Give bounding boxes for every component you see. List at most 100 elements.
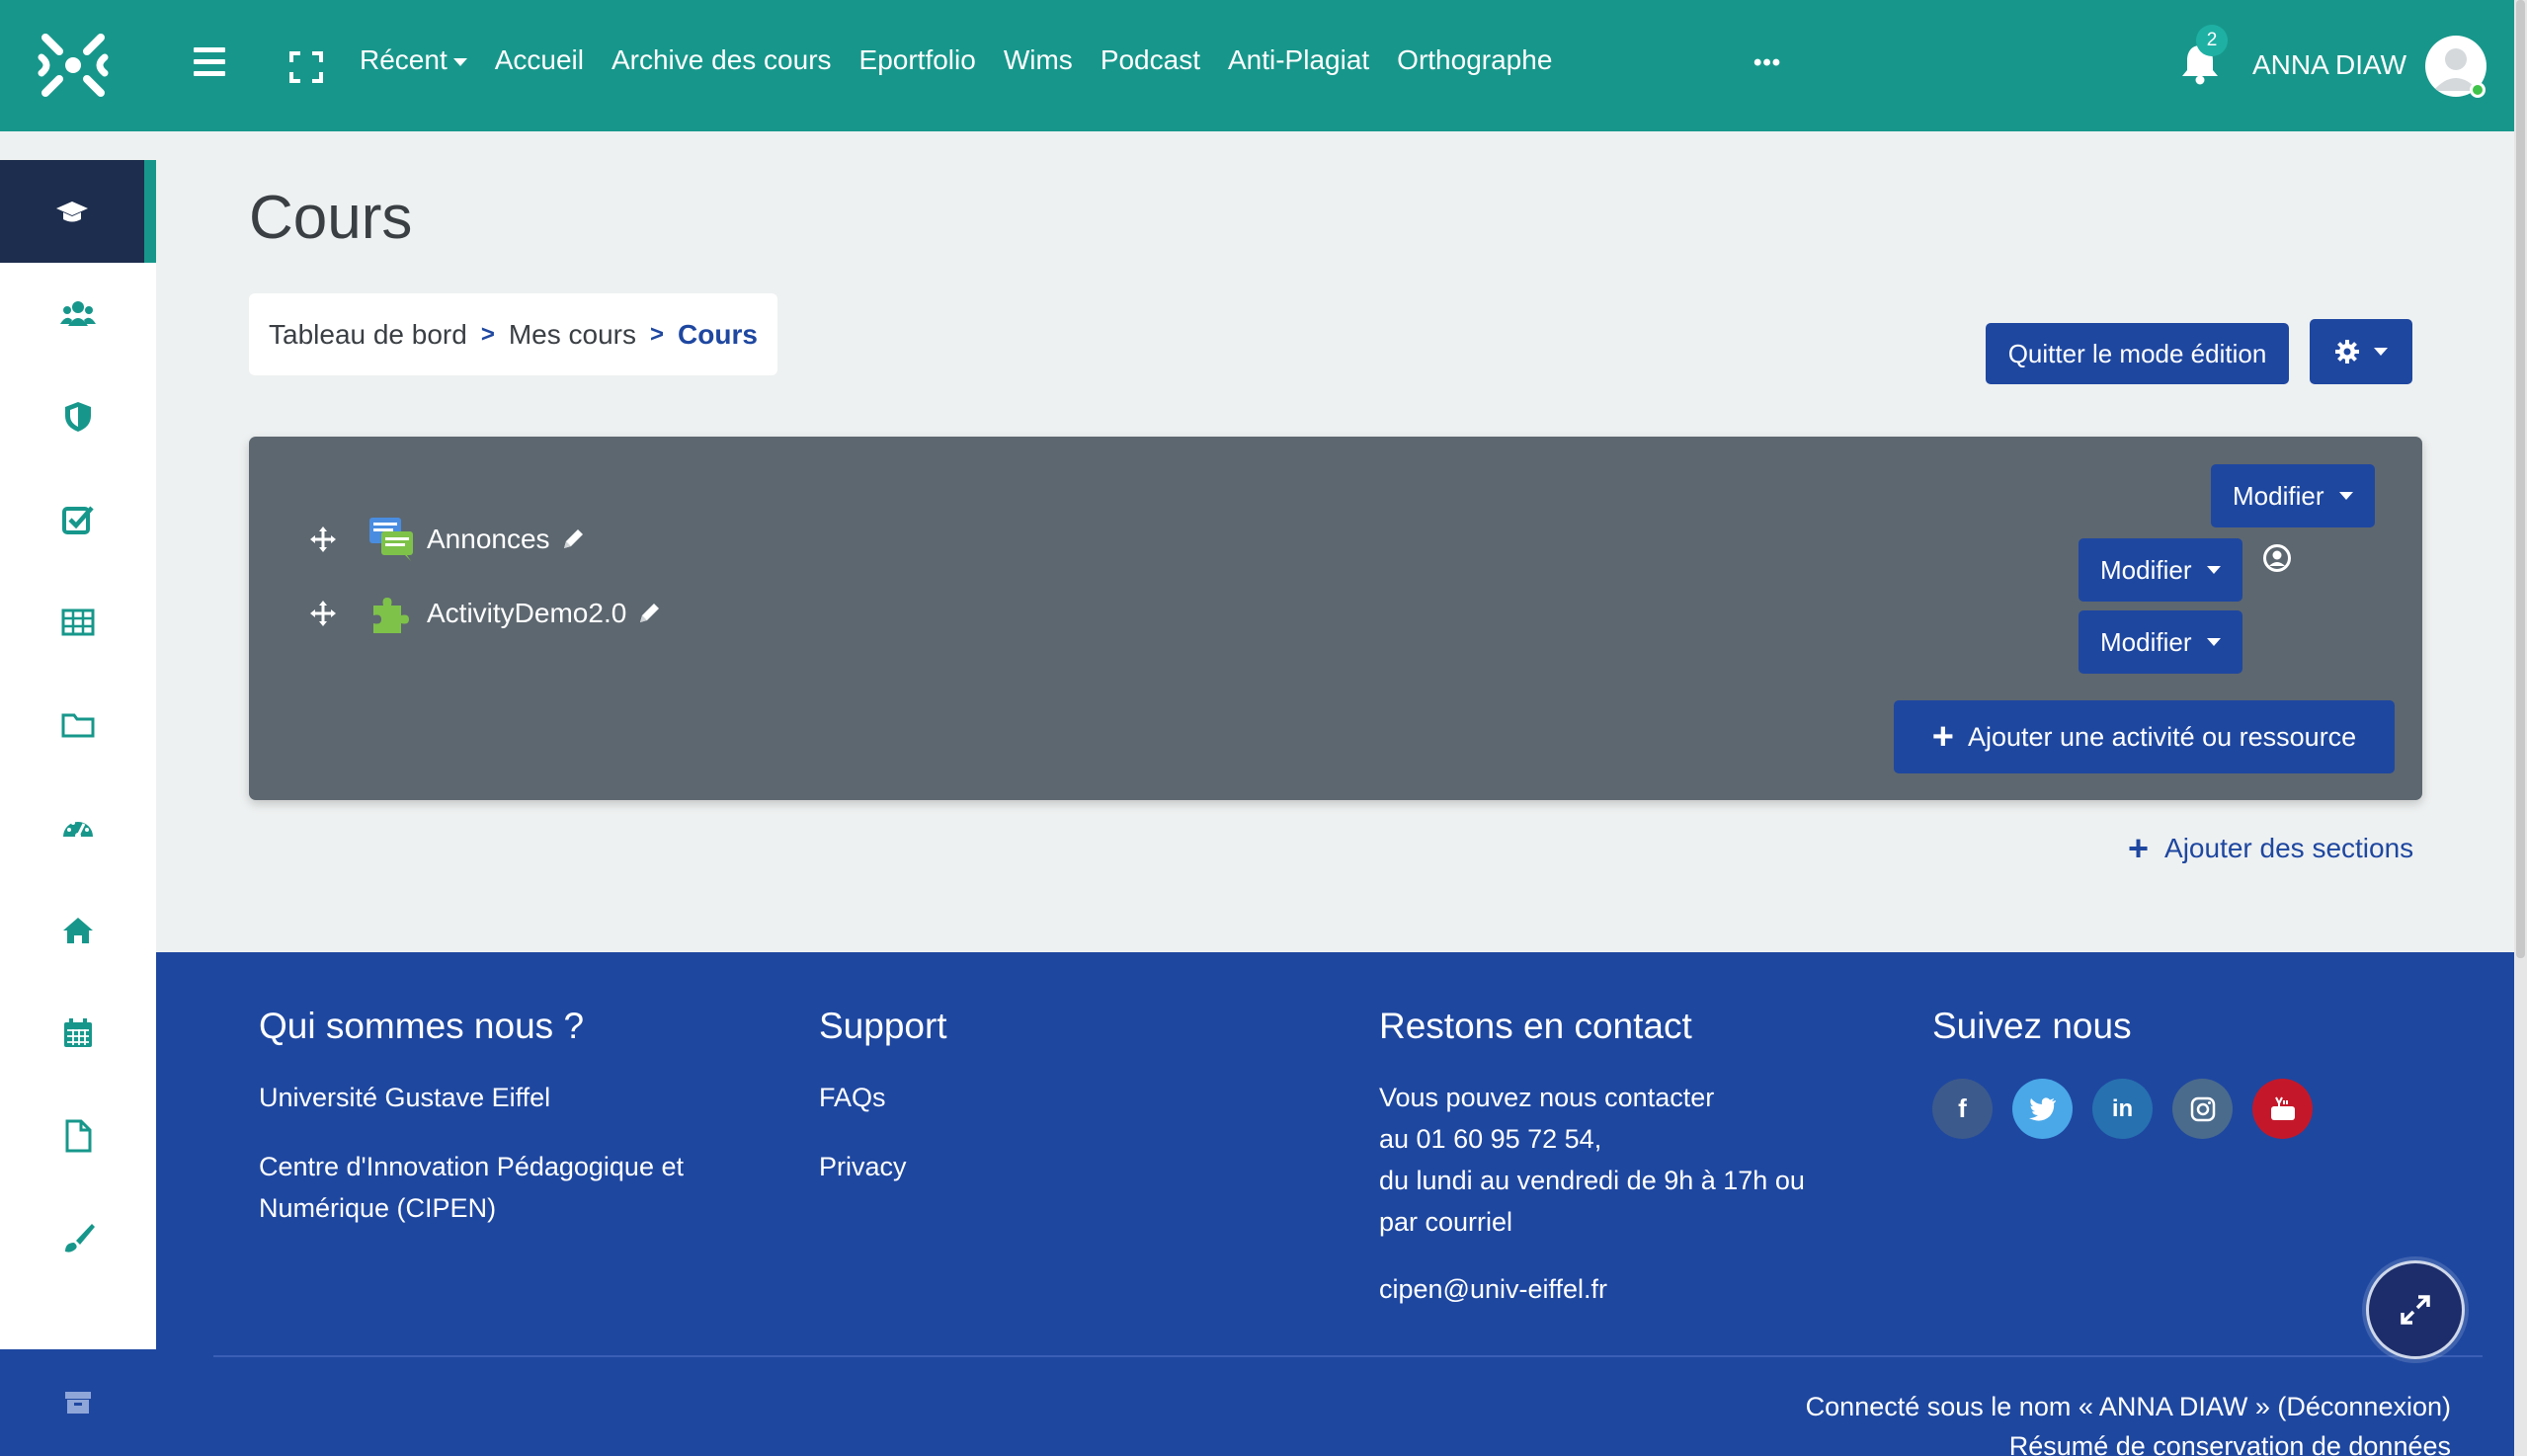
modifier-label: Modifier xyxy=(2233,480,2324,511)
page-title: Cours xyxy=(249,184,413,252)
footer-cipen-line1: Centre d'Innovation Pédagogique et xyxy=(259,1152,684,1181)
sidebar-item-courses[interactable] xyxy=(0,160,156,263)
sidebar-item-dashboard[interactable] xyxy=(0,776,156,879)
footer-link-privacy[interactable]: Privacy xyxy=(819,1146,947,1187)
linkedin-icon[interactable]: in xyxy=(2092,1079,2153,1139)
nav-link-eportfolio[interactable]: Eportfolio xyxy=(859,44,976,76)
sidebar-item-badges[interactable] xyxy=(0,365,156,468)
facebook-icon[interactable]: f xyxy=(1932,1079,1993,1139)
youtube-icon[interactable] xyxy=(2252,1079,2313,1139)
chevron-down-icon xyxy=(2207,566,2222,574)
chevron-down-icon xyxy=(2339,492,2354,500)
calendar-icon xyxy=(64,1018,92,1047)
footer-contact-line: au 01 60 95 72 54, xyxy=(1379,1124,1602,1154)
footer-heading-contact: Restons en contact xyxy=(1379,1006,1692,1046)
nav-link-accueil[interactable]: Accueil xyxy=(495,44,584,76)
nav-link-podcast[interactable]: Podcast xyxy=(1100,44,1200,76)
sidebar-item-participants[interactable] xyxy=(0,263,156,365)
footer-bottom: Connecté sous le nom « ANNA DIAW » (Déco… xyxy=(1806,1387,2451,1456)
data-retention-link[interactable]: Résumé de conservation de données xyxy=(1806,1426,2451,1456)
section-modifier-button[interactable]: Modifier xyxy=(2211,464,2376,527)
activity-modifier-button-annonces[interactable]: Modifier xyxy=(2079,538,2243,602)
footer-contact: Restons en contact Vous pouvez nous cont… xyxy=(1379,1006,1805,1310)
breadcrumb-separator: > xyxy=(480,320,495,348)
puzzle-icon xyxy=(373,598,409,633)
add-sections-link[interactable]: + Ajouter des sections xyxy=(2128,831,2413,866)
archive-icon xyxy=(65,1392,91,1414)
nav-link-archive[interactable]: Archive des cours xyxy=(611,44,832,76)
activity-row-activitydemo: ActivityDemo2.0 xyxy=(308,590,662,637)
move-icon[interactable] xyxy=(308,599,338,628)
footer-about: Qui sommes nous ? Université Gustave Eif… xyxy=(259,1006,684,1229)
footer-divider xyxy=(213,1355,2483,1357)
logged-in-text[interactable]: Connecté sous le nom « ANNA DIAW » (Déco… xyxy=(1806,1387,2451,1426)
fullscreen-icon[interactable] xyxy=(289,51,323,83)
chevron-down-icon xyxy=(2374,348,2388,356)
nav-link-antiplagiat[interactable]: Anti-Plagiat xyxy=(1228,44,1369,76)
course-section: Modifier Annonces Modifier ActivityDemo2… xyxy=(249,437,2422,800)
sidebar-item-home[interactable] xyxy=(0,879,156,982)
footer-support: Support FAQs Privacy xyxy=(819,1006,947,1187)
activity-link-annonces[interactable]: Annonces xyxy=(427,524,550,555)
sidebar-item-files[interactable] xyxy=(0,674,156,776)
course-settings-button[interactable] xyxy=(2310,319,2412,384)
nav-link-orthographe[interactable]: Orthographe xyxy=(1397,44,1552,76)
home-icon xyxy=(63,918,93,943)
footer-heading-follow: Suivez nous xyxy=(1932,1006,2132,1046)
footer-contact-line: du lundi au vendredi de 9h à 17h ou xyxy=(1379,1166,1805,1195)
add-activity-button[interactable]: + Ajouter une activité ou ressource xyxy=(1894,700,2395,773)
nav-link-wims[interactable]: Wims xyxy=(1004,44,1073,76)
graduation-cap-icon xyxy=(56,202,88,222)
top-navbar: Récent Accueil Archive des cours Eportfo… xyxy=(0,0,2514,131)
left-sidebar xyxy=(0,160,156,1349)
site-logo-icon[interactable] xyxy=(38,30,109,101)
folder-icon xyxy=(61,713,95,738)
activity-modifier-button-activitydemo[interactable]: Modifier xyxy=(2079,610,2243,674)
sidebar-item-competencies[interactable] xyxy=(0,468,156,571)
menu-toggle-icon[interactable] xyxy=(194,47,225,77)
footer-contact-line: Vous pouvez nous contacter xyxy=(1379,1083,1715,1112)
modifier-label: Modifier xyxy=(2100,554,2192,585)
footer-link-faqs[interactable]: FAQs xyxy=(819,1077,947,1118)
sidebar-item-private-files[interactable] xyxy=(0,1085,156,1187)
breadcrumb-current[interactable]: Cours xyxy=(678,319,758,351)
quit-edit-mode-button[interactable]: Quitter le mode édition xyxy=(1986,323,2289,384)
expand-button[interactable] xyxy=(2366,1260,2465,1359)
forum-icon xyxy=(369,518,413,561)
breadcrumb: Tableau de bord > Mes cours > Cours xyxy=(249,293,777,375)
instagram-icon[interactable] xyxy=(2172,1079,2233,1139)
nav-recent-label: Récent xyxy=(360,44,448,75)
sidebar-item-grades[interactable] xyxy=(0,571,156,674)
twitter-icon[interactable] xyxy=(2012,1079,2073,1139)
chevron-down-icon xyxy=(2207,638,2222,646)
gear-icon xyxy=(2335,340,2359,364)
nav-recent-dropdown[interactable]: Récent xyxy=(360,44,467,76)
sidebar-item-theme[interactable] xyxy=(0,1187,156,1290)
user-name[interactable]: ANNA DIAW xyxy=(2252,49,2406,81)
user-circle-icon[interactable] xyxy=(2262,543,2292,573)
sidebar-item-calendar[interactable] xyxy=(0,982,156,1085)
sidebar-item-archive[interactable] xyxy=(0,1349,156,1456)
scrollbar-thumb[interactable] xyxy=(2516,0,2525,958)
online-status-dot xyxy=(2470,82,2486,98)
pencil-icon[interactable] xyxy=(560,526,586,552)
footer-email-link[interactable]: cipen@univ-eiffel.fr xyxy=(1379,1268,1805,1310)
footer-contact-line: par courriel xyxy=(1379,1207,1513,1237)
more-menu-icon[interactable]: ••• xyxy=(1753,49,1781,77)
add-sections-label: Ajouter des sections xyxy=(2164,833,2414,863)
pencil-icon[interactable] xyxy=(636,601,662,626)
youtube-glyph-icon xyxy=(2270,1096,2295,1120)
shield-icon xyxy=(65,402,91,432)
site-footer: Qui sommes nous ? Université Gustave Eif… xyxy=(156,952,2514,1456)
add-activity-label: Ajouter une activité ou ressource xyxy=(1967,721,2357,752)
table-icon xyxy=(61,608,95,636)
plus-icon: + xyxy=(2128,828,2150,868)
plus-icon: + xyxy=(1931,716,1954,758)
notification-badge: 2 xyxy=(2196,25,2228,56)
move-icon[interactable] xyxy=(308,525,338,554)
breadcrumb-my-courses[interactable]: Mes cours xyxy=(509,319,636,351)
footer-cipen-line2: Numérique (CIPEN) xyxy=(259,1193,497,1223)
activity-row-annonces: Annonces xyxy=(308,516,586,563)
breadcrumb-dashboard[interactable]: Tableau de bord xyxy=(269,319,467,351)
activity-link-activitydemo[interactable]: ActivityDemo2.0 xyxy=(427,598,626,629)
